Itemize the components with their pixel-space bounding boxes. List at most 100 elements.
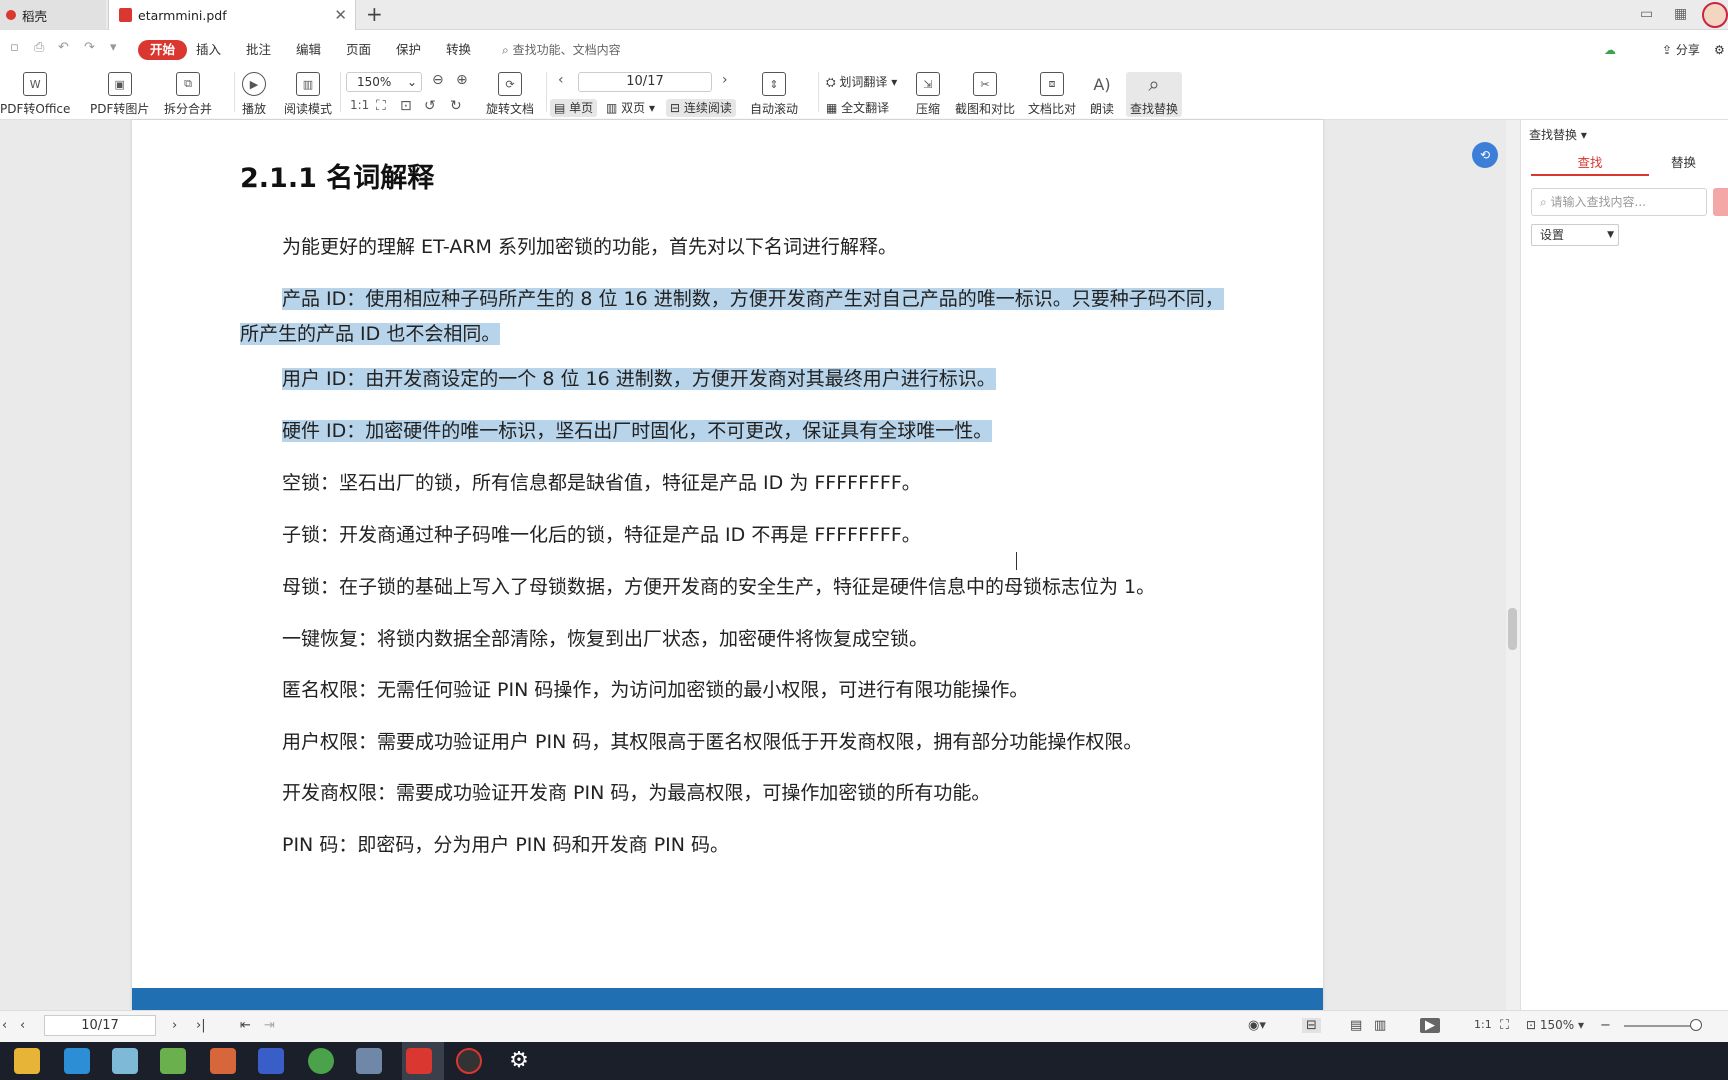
next-page-icon[interactable]: › [172, 1018, 177, 1033]
tab-docer[interactable]: 稻壳 [0, 0, 106, 30]
menu-edit[interactable]: 编辑 [296, 40, 321, 60]
fit-page-icon[interactable]: ⛶ [376, 98, 386, 114]
network-tool-icon[interactable] [356, 1048, 382, 1074]
settings-icon[interactable]: ⚙ [506, 1048, 532, 1074]
zoom-slider-handle[interactable] [1690, 1019, 1702, 1031]
app-icon[interactable] [112, 1048, 138, 1074]
find-replace-button[interactable]: ⌕ 查找替换 [1126, 72, 1183, 117]
pdf-to-image-button[interactable]: ▣ PDF转图片 [90, 72, 149, 117]
share-button[interactable]: ⇪ 分享 [1662, 40, 1700, 60]
find-submit-button[interactable] [1713, 188, 1728, 216]
actual-size-icon[interactable]: 1:1 [1474, 1018, 1492, 1031]
zoom-out-icon[interactable]: − [1600, 1018, 1611, 1033]
single-view-icon[interactable]: ▤ [1350, 1018, 1362, 1033]
find-input[interactable]: ⌕ 请输入查找内容... [1531, 188, 1707, 216]
search-icon: ⌕ [1148, 72, 1160, 96]
forward-icon[interactable]: ⇥ [264, 1018, 275, 1033]
split-merge-button[interactable]: ⧉ 拆分合并 [164, 72, 212, 117]
panel-title[interactable]: 查找替换 ▾ [1529, 126, 1587, 143]
zoom-in-icon[interactable]: ⊕ [456, 72, 468, 88]
back-icon[interactable]: ⇤ [240, 1018, 251, 1033]
wps-pdf-icon[interactable] [406, 1048, 432, 1074]
section-heading: 2.1.1 名词解释 [240, 163, 435, 194]
single-page-label: 单页 [569, 101, 594, 115]
full-translate-icon: ▦ [826, 101, 842, 115]
document-compare-button[interactable]: ⧈ 文档比对 [1028, 72, 1076, 117]
page-number-input[interactable]: 10/17 [578, 72, 712, 92]
status-page-input[interactable]: 10/17 [44, 1015, 156, 1036]
rotate-document-button[interactable]: ⟳ 旋转文档 [486, 72, 534, 117]
previous-page-icon[interactable]: ‹ [558, 72, 564, 88]
translate-icon: ⛭ [826, 75, 840, 89]
play-icon[interactable]: ▶ [1420, 1018, 1440, 1033]
full-translate-button[interactable]: ▦ 全文翻译 [826, 99, 889, 117]
customize-icon[interactable]: ▾ [110, 41, 124, 54]
zoom-select[interactable]: 150% ⌄ [346, 72, 422, 92]
continuous-read-button[interactable]: ⊟ 连续阅读 [666, 99, 736, 117]
vertical-scrollbar[interactable] [1506, 120, 1520, 1010]
zoom-out-icon[interactable]: ⊖ [432, 72, 444, 88]
editor-icon[interactable] [258, 1048, 284, 1074]
menu-convert[interactable]: 转换 [446, 40, 471, 60]
settings-icon[interactable]: ⚙ [1714, 40, 1725, 60]
fit-width-icon[interactable]: ⊡ [400, 98, 412, 114]
auto-scroll-label: 自动滚动 [750, 102, 799, 116]
notepad-icon[interactable] [160, 1048, 186, 1074]
eye-protection-icon[interactable]: ◉▾ [1248, 1018, 1266, 1033]
settings-select[interactable]: 设置 ▼ [1531, 224, 1619, 246]
compress-button[interactable]: ⇲ 压缩 [916, 72, 940, 117]
actual-size-icon[interactable]: 1:1 [350, 98, 369, 112]
print-icon[interactable]: ⎙ [34, 41, 48, 54]
double-view-icon[interactable]: ▥ [1374, 1018, 1386, 1033]
layout-icon[interactable]: ▭ [1640, 6, 1653, 22]
pdf-page[interactable]: 2.1.1 名词解释 为能更好的理解 ET-ARM 系列加密锁的功能，首先对以下… [132, 120, 1323, 1010]
screenshot-compare-button[interactable]: ✂ 截图和对比 [955, 72, 1015, 117]
scrollbar-thumb[interactable] [1508, 608, 1517, 650]
highlighted-text: 硬件 ID：加密硬件的唯一标识，坚石出厂时固化，不可更改，保证具有全球唯一性。 [282, 420, 993, 442]
git-icon[interactable] [210, 1048, 236, 1074]
rotate-left-icon[interactable]: ↺ [424, 98, 436, 114]
menu-insert[interactable]: 插入 [196, 40, 221, 60]
rotate-document-label: 旋转文档 [486, 102, 535, 116]
read-aloud-button[interactable]: A) 朗读 [1090, 72, 1114, 117]
save-icon[interactable]: ▫ [10, 41, 24, 54]
menu-annotate[interactable]: 批注 [246, 40, 271, 60]
feature-search[interactable]: ⌕ 查找功能、文档内容 [502, 40, 621, 60]
fit-page-icon[interactable]: ⛶ [1500, 1018, 1509, 1033]
tab-replace[interactable]: 替换 [1671, 152, 1728, 176]
pdf-to-office-button[interactable]: W PDF转Office [0, 72, 70, 117]
rotate-right-icon[interactable]: ↻ [450, 98, 462, 114]
assistant-float-icon[interactable]: ⟲ [1472, 142, 1498, 168]
continuous-view-icon[interactable]: ⊟ [1302, 1018, 1321, 1033]
chrome-icon[interactable] [308, 1048, 334, 1074]
auto-scroll-button[interactable]: ⇕ 自动滚动 [750, 72, 798, 117]
next-page-icon[interactable]: › [722, 72, 728, 88]
previous-page-icon[interactable]: ‹ [20, 1018, 25, 1033]
zoom-slider[interactable] [1624, 1025, 1694, 1027]
new-tab-icon[interactable]: + [366, 2, 383, 26]
tab-find[interactable]: 查找 [1531, 152, 1649, 176]
last-page-icon[interactable]: ›| [196, 1018, 206, 1033]
grid-icon[interactable]: ▦ [1674, 6, 1687, 22]
close-tab-icon[interactable]: ✕ [334, 6, 347, 24]
menu-start[interactable]: 开始 [138, 40, 188, 60]
file-explorer-icon[interactable] [14, 1048, 40, 1074]
undo-icon[interactable]: ↶ [58, 41, 72, 54]
first-page-icon[interactable]: ‹ [2, 1018, 7, 1033]
single-page-button[interactable]: ▤ 单页 [550, 99, 598, 117]
menu-page[interactable]: 页面 [346, 40, 371, 60]
redo-icon[interactable]: ↷ [84, 41, 98, 54]
paragraph: 为能更好的理解 ET-ARM 系列加密锁的功能，首先对以下名词进行解释。 [240, 230, 1240, 265]
recorder-icon[interactable] [456, 1048, 482, 1074]
read-mode-button[interactable]: ▥ 阅读模式 [284, 72, 332, 117]
zoom-select[interactable]: ⊡ 150% ▾ [1526, 1018, 1584, 1032]
tab-pdf-document[interactable]: etarmmini.pdf ✕ [108, 0, 356, 30]
word-translate-button[interactable]: ⛭ 划词翻译 ▾ [826, 73, 897, 91]
play-button[interactable]: ▶ 播放 [242, 72, 266, 117]
double-page-button[interactable]: ▥ 双页 ▾ [606, 99, 655, 117]
avatar[interactable] [1702, 2, 1728, 28]
cloud-sync-icon[interactable]: ☁ [1604, 40, 1616, 60]
panel-title-text: 查找替换 [1529, 128, 1578, 142]
remote-desktop-icon[interactable] [64, 1048, 90, 1074]
menu-protect[interactable]: 保护 [396, 40, 421, 60]
